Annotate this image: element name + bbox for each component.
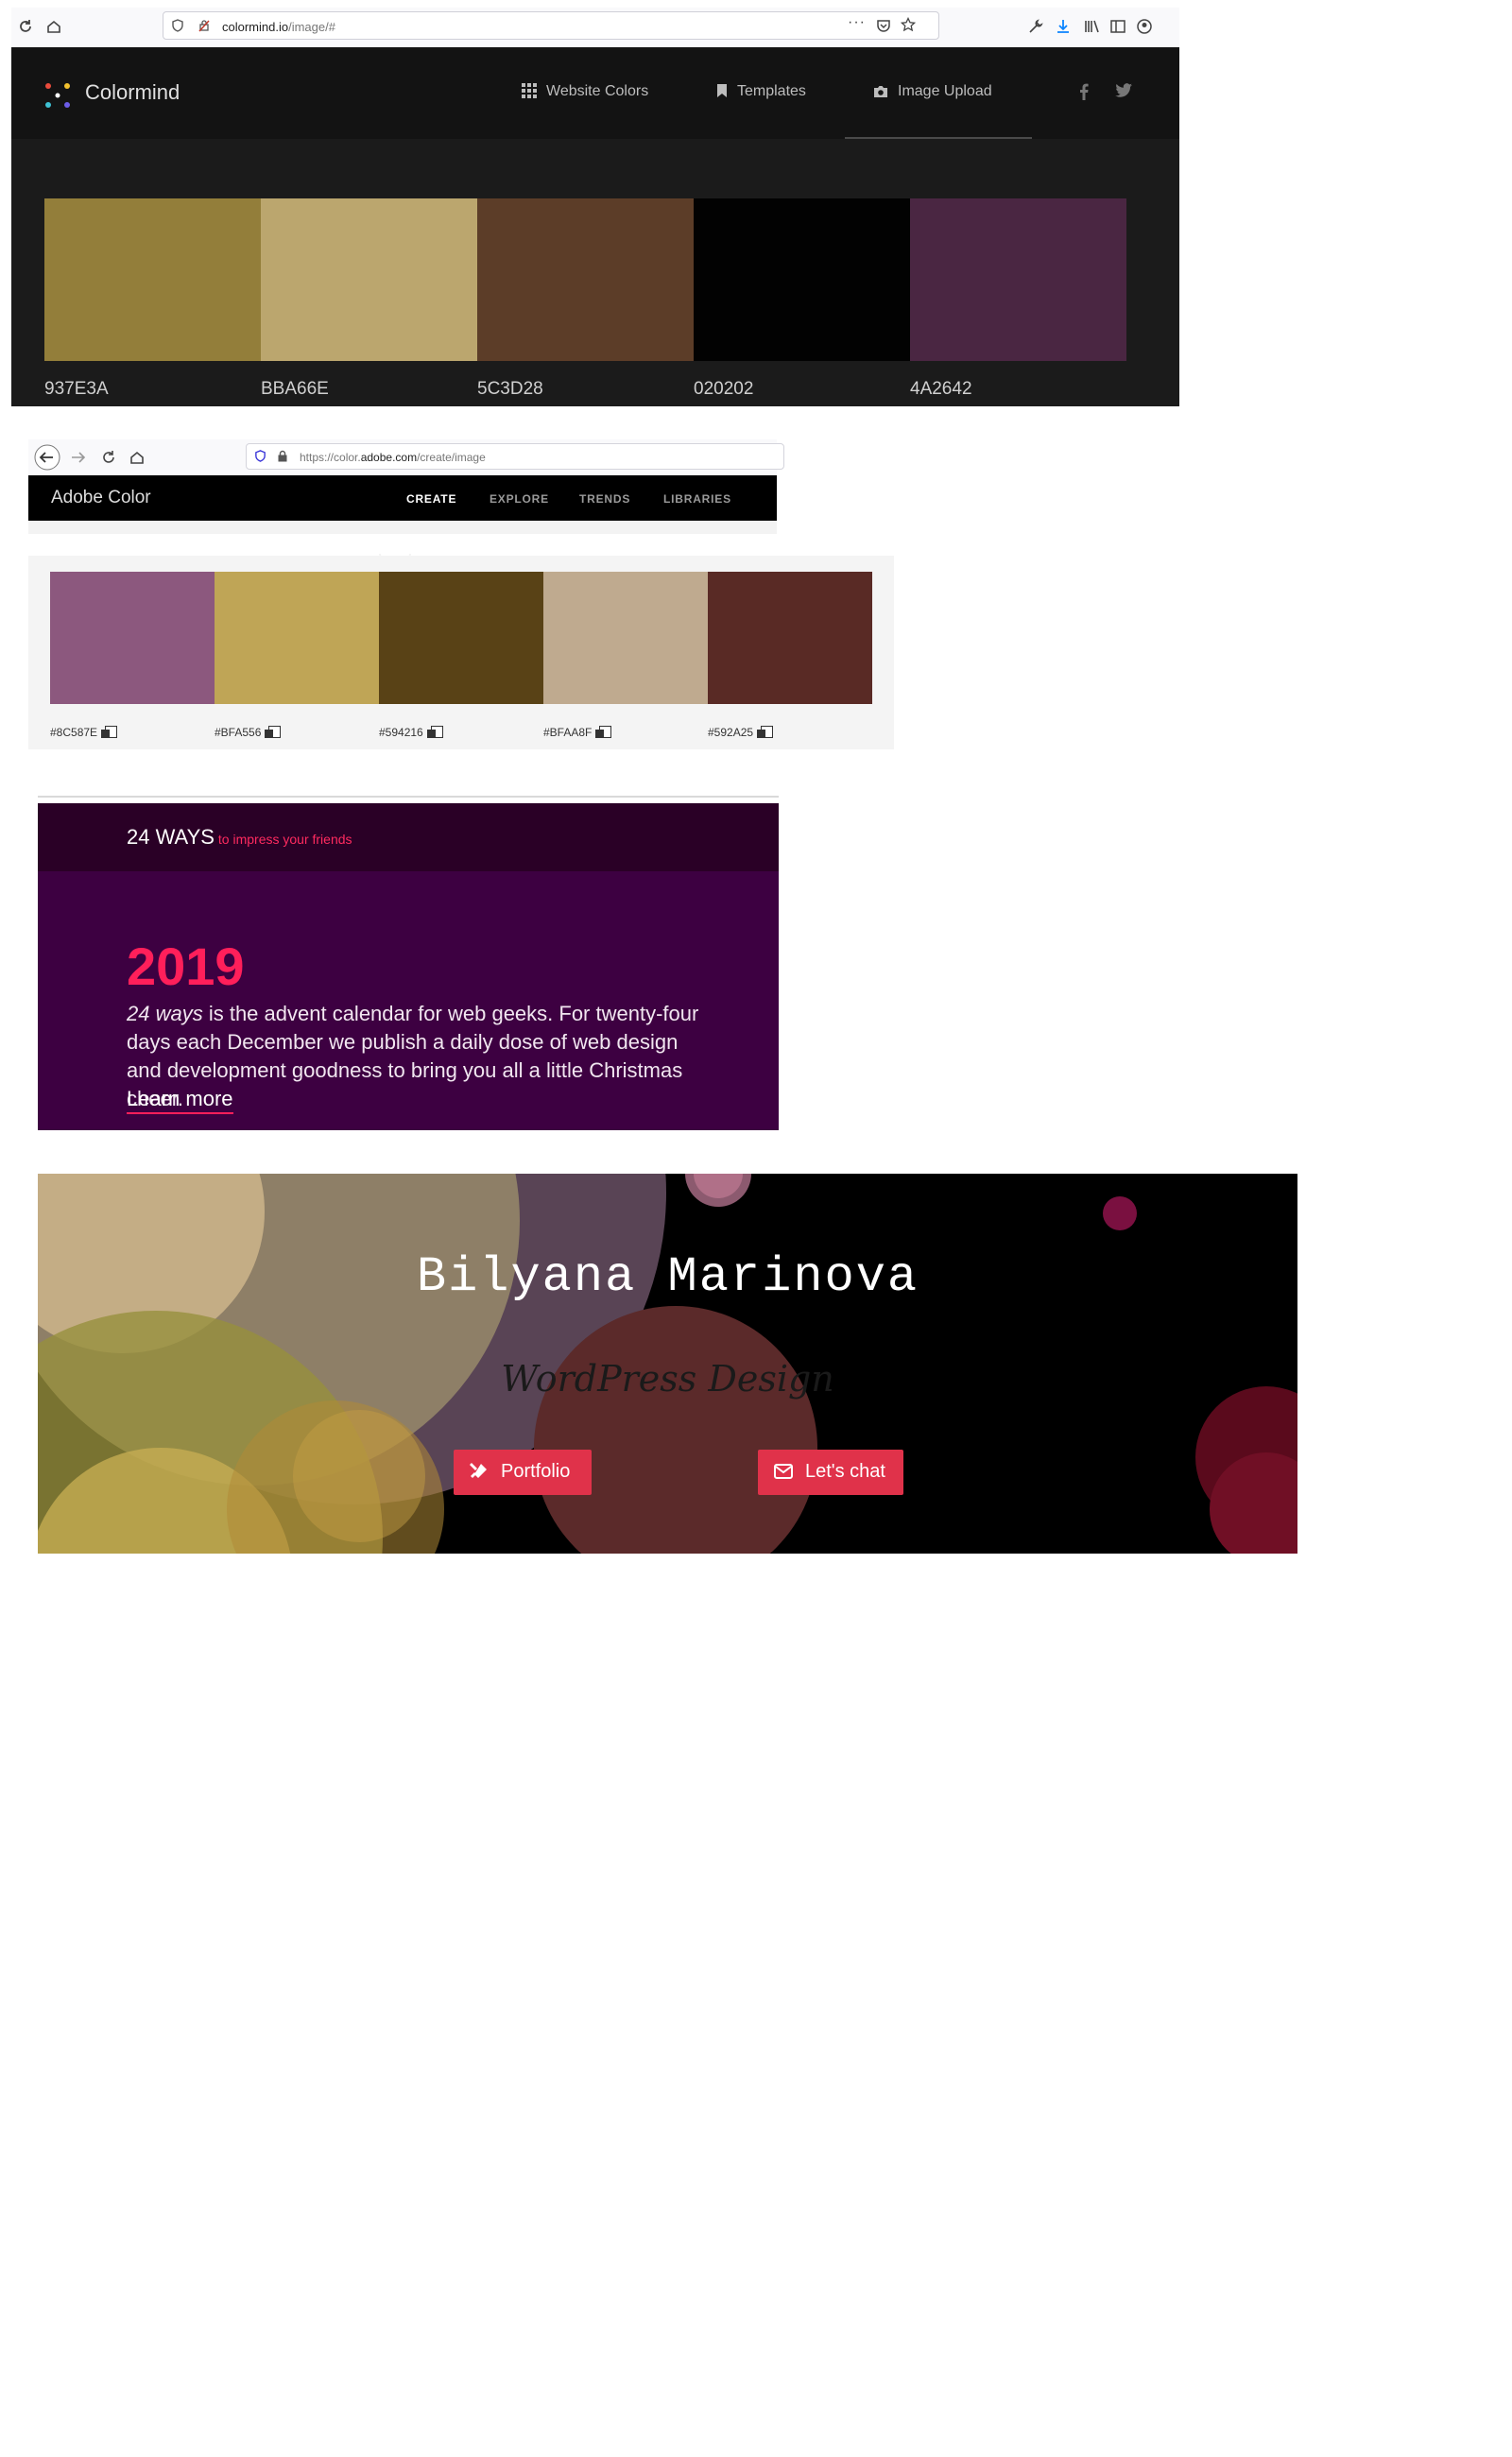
adobe-color-header: Adobe Color CREATE EXPLORE TRENDS LIBRAR… bbox=[28, 475, 777, 521]
lock-icon bbox=[277, 450, 288, 462]
nav-website-colors[interactable]: Website Colors bbox=[522, 83, 648, 100]
address-bar[interactable]: https://color.adobe.com/create/image bbox=[246, 443, 784, 470]
library-icon[interactable] bbox=[1083, 18, 1102, 37]
reload-icon[interactable] bbox=[100, 449, 117, 466]
copy-icon[interactable] bbox=[595, 726, 612, 738]
nav-libraries[interactable]: LIBRARIES bbox=[663, 492, 731, 506]
shield-icon bbox=[171, 19, 184, 32]
tools-icon bbox=[470, 1463, 487, 1478]
wrench-icon[interactable] bbox=[1027, 18, 1046, 37]
palette-swatch[interactable] bbox=[708, 572, 872, 704]
twitter-icon[interactable] bbox=[1115, 83, 1132, 98]
colormind-logo-icon[interactable] bbox=[43, 81, 72, 110]
nav-image-upload[interactable]: Image Upload bbox=[873, 83, 992, 100]
bookmark-icon bbox=[717, 84, 727, 97]
palette-swatch[interactable] bbox=[477, 198, 694, 361]
camera-icon bbox=[874, 86, 887, 97]
colormind-navbar: Colormind Website Colors Templates Image… bbox=[11, 47, 1179, 139]
palette-hex-code: #594216 bbox=[379, 726, 443, 739]
palette-swatch[interactable] bbox=[261, 198, 477, 361]
facebook-icon[interactable] bbox=[1079, 83, 1089, 100]
palette-hex-code: #8C587E bbox=[50, 726, 118, 739]
palette-hex-code[interactable]: 5C3D28 bbox=[477, 379, 543, 400]
shield-icon bbox=[254, 450, 266, 462]
nav-trends[interactable]: TRENDS bbox=[579, 492, 630, 506]
more-horizontal-icon[interactable]: ··· bbox=[848, 14, 866, 31]
portfolio-button[interactable]: Portfolio bbox=[454, 1450, 592, 1495]
star-icon[interactable] bbox=[901, 17, 916, 32]
pocket-icon[interactable] bbox=[876, 18, 891, 33]
palette-hex-code[interactable]: 4A2642 bbox=[910, 379, 972, 400]
color-picker-handle[interactable] bbox=[378, 552, 412, 569]
ways-year-heading: 2019 bbox=[127, 936, 245, 996]
adobe-browser-toolbar: https://color.adobe.com/create/image bbox=[28, 439, 784, 475]
colormind-palette-panel: 937E3A BBA66E 5C3D28 020202 4A2642 bbox=[11, 139, 1179, 406]
palette-hex-code[interactable]: 020202 bbox=[694, 379, 753, 400]
home-icon[interactable] bbox=[45, 18, 64, 37]
address-bar[interactable]: colormind.io/image/# ··· bbox=[163, 11, 939, 40]
url-text: colormind.io/image/# bbox=[222, 20, 335, 34]
back-icon[interactable] bbox=[34, 444, 60, 471]
ways-logo[interactable]: 24 WAYS to impress your friends bbox=[127, 825, 352, 850]
palette-hex-code: #BFA556 bbox=[215, 726, 282, 739]
adobe-subheader bbox=[28, 521, 777, 534]
site-subtitle: WordPress Design bbox=[501, 1358, 834, 1400]
copy-icon[interactable] bbox=[101, 726, 118, 738]
learn-more-link[interactable]: Learn more bbox=[127, 1087, 233, 1114]
lets-chat-button[interactable]: Let's chat bbox=[758, 1450, 903, 1495]
sidebar-icon[interactable] bbox=[1109, 18, 1128, 37]
ways-intro: 2019 24 ways is the advent calendar for … bbox=[38, 871, 779, 1130]
download-icon[interactable] bbox=[1055, 18, 1074, 37]
palette-hex-code[interactable]: BBA66E bbox=[261, 379, 329, 400]
url-text: https://color.adobe.com/create/image bbox=[300, 451, 486, 464]
ways-tagline: to impress your friends bbox=[217, 832, 352, 847]
palette-swatch[interactable] bbox=[910, 198, 1126, 361]
copy-icon[interactable] bbox=[757, 726, 774, 738]
adobe-color-brand[interactable]: Adobe Color bbox=[51, 488, 151, 508]
site-title: Bilyana Marinova bbox=[416, 1249, 919, 1305]
reload-icon[interactable] bbox=[17, 18, 36, 37]
palette-swatch[interactable] bbox=[543, 572, 708, 704]
ways-header: 24 WAYS to impress your friends bbox=[38, 803, 779, 871]
nav-templates[interactable]: Templates bbox=[716, 83, 806, 100]
adobe-palette-panel: #8C587E #BFA556 #594216 #BFAA8F #592A25 bbox=[28, 553, 894, 749]
account-icon[interactable] bbox=[1136, 18, 1155, 37]
palette-swatch[interactable] bbox=[50, 572, 215, 704]
insecure-lock-icon bbox=[198, 19, 211, 32]
palette-swatch[interactable] bbox=[44, 198, 261, 361]
palette-swatch[interactable] bbox=[694, 198, 910, 361]
palette-hex-code: #BFAA8F bbox=[543, 726, 612, 739]
copy-icon[interactable] bbox=[265, 726, 282, 738]
firefox-toolbar: colormind.io/image/# ··· bbox=[11, 8, 1179, 47]
palette-hex-code[interactable]: 937E3A bbox=[44, 379, 109, 400]
nav-create[interactable]: CREATE bbox=[406, 492, 456, 506]
bilyana-hero: Bilyana Marinova WordPress Design Portfo… bbox=[38, 1174, 1297, 1554]
copy-icon[interactable] bbox=[426, 726, 443, 738]
palette-swatch[interactable] bbox=[215, 572, 379, 704]
nav-explore[interactable]: EXPLORE bbox=[490, 492, 549, 506]
envelope-icon bbox=[774, 1464, 793, 1479]
forward-icon[interactable] bbox=[70, 449, 87, 466]
palette-hex-code: #592A25 bbox=[708, 726, 774, 739]
palette-swatch[interactable] bbox=[379, 572, 543, 704]
colormind-brand[interactable]: Colormind bbox=[85, 80, 180, 105]
divider bbox=[38, 796, 779, 798]
grid-icon bbox=[522, 83, 537, 98]
home-icon[interactable] bbox=[129, 449, 146, 466]
